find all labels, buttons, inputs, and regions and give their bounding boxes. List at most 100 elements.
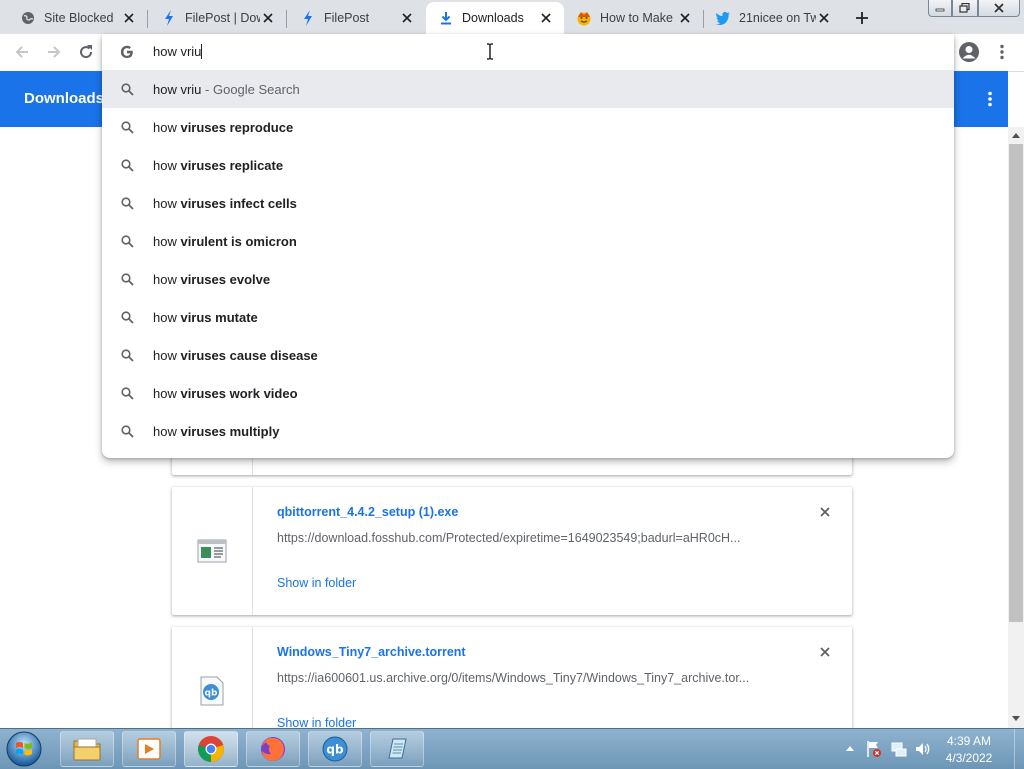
svg-text:qb: qb	[205, 689, 218, 699]
remove-download-button[interactable]	[817, 644, 833, 660]
suggestion-item[interactable]: how vriu - Google Search	[102, 70, 954, 108]
show-in-folder-link[interactable]: Show in folder	[277, 576, 356, 590]
text-caret	[201, 44, 203, 59]
suggestion-completion: viruses infect cells	[180, 196, 297, 211]
plus-icon	[856, 12, 868, 24]
search-icon	[119, 347, 135, 363]
suggestion-completion: viruses work video	[180, 386, 298, 401]
close-icon[interactable]	[816, 10, 832, 26]
forward-button[interactable]	[44, 42, 64, 62]
clock-time[interactable]: 4:39 AM	[933, 734, 1005, 748]
close-icon[interactable]	[538, 10, 554, 26]
suggestion-completion: viruses evolve	[180, 272, 271, 287]
installer-file-icon	[196, 535, 228, 567]
reload-button[interactable]	[76, 42, 96, 62]
address-bar[interactable]: how vriu	[102, 34, 954, 70]
network-icon[interactable]	[890, 740, 908, 758]
close-icon[interactable]	[677, 10, 693, 26]
tab-title: FilePost	[324, 11, 370, 25]
download-card: qbittorrent_4.4.2_setup (1).exe https://…	[172, 487, 852, 615]
show-desktop-button[interactable]	[1014, 729, 1024, 769]
suggestion-item[interactable]: how viruses infect cells	[102, 184, 954, 222]
search-icon	[119, 195, 135, 211]
chrome-icon	[198, 736, 224, 762]
suggestion-item[interactable]: how viruses cause disease	[102, 336, 954, 374]
tab-title: FilePost | Dow	[185, 11, 260, 25]
search-icon	[119, 233, 135, 249]
action-center-flag-icon[interactable]	[866, 740, 882, 758]
firefox-icon	[261, 737, 285, 761]
search-icon	[119, 119, 135, 135]
remove-download-button[interactable]	[817, 504, 833, 520]
suggestion-item[interactable]: how viruses replicate	[102, 146, 954, 184]
restore-button[interactable]	[952, 0, 978, 17]
download-url[interactable]: https://ia600601.us.archive.org/0/items/…	[277, 671, 777, 685]
suggestion-prefix: how	[153, 386, 181, 401]
close-icon[interactable]	[260, 10, 276, 26]
volume-icon[interactable]	[914, 741, 932, 757]
tab-title: 21nicee on Tw	[739, 11, 816, 25]
search-icon	[119, 385, 135, 401]
tab-twitter[interactable]: 21nicee on Tw	[703, 2, 842, 34]
address-input-text: how vriu	[153, 44, 202, 59]
taskbar-explorer[interactable]	[60, 731, 114, 767]
profile-avatar[interactable]	[958, 41, 980, 63]
suggestion-item[interactable]: how virulent is omicron	[102, 222, 954, 260]
omnibox-dropdown: how vriu how vriu - Google Search how vi…	[102, 34, 954, 458]
google-icon	[119, 44, 135, 60]
tab-how-to-make[interactable]: How to Make	[564, 2, 704, 34]
search-icon	[119, 271, 135, 287]
tab-site-blocked[interactable]: Site Blocked	[0, 2, 148, 34]
caret-down-icon	[1012, 716, 1020, 721]
download-filename[interactable]: qbittorrent_4.4.2_setup (1).exe	[277, 505, 458, 519]
taskbar-media-player[interactable]	[122, 731, 176, 767]
start-button[interactable]	[6, 731, 42, 767]
explorer-icon	[73, 738, 101, 761]
tray-overflow-icon[interactable]	[845, 744, 855, 752]
page-title: Downloads	[24, 90, 105, 107]
arrow-left-icon	[15, 46, 28, 58]
suggestion-item[interactable]: how viruses reproduce	[102, 108, 954, 146]
download-url[interactable]: https://download.fosshub.com/Protected/e…	[277, 531, 777, 545]
clock-date[interactable]: 4/3/2022	[933, 751, 1005, 765]
scroll-up-button[interactable]	[1008, 127, 1024, 143]
taskbar: qb 4:39 AM 4/3/2022	[0, 728, 1024, 769]
bolt-icon	[161, 10, 177, 26]
tab-filepost[interactable]: FilePost	[286, 2, 425, 34]
downloads-menu-button[interactable]	[980, 89, 1000, 109]
minimize-button[interactable]	[928, 0, 952, 17]
suggestion-prefix: how vriu	[153, 82, 202, 97]
restore-icon	[959, 3, 970, 13]
taskbar-chrome[interactable]	[184, 731, 238, 767]
search-icon	[119, 423, 135, 439]
back-button[interactable]	[12, 42, 32, 62]
download-filename[interactable]: Windows_Tiny7_archive.torrent	[277, 645, 466, 659]
caret-up-icon	[1012, 133, 1020, 138]
suggestion-suffix: - Google Search	[201, 82, 300, 97]
close-icon[interactable]	[121, 10, 137, 26]
suggestion-item[interactable]: how viruses multiply	[102, 412, 954, 450]
suggestion-item[interactable]: how viruses work video	[102, 374, 954, 412]
tab-filepost-dow[interactable]: FilePost | Dow	[147, 2, 287, 34]
close-icon	[820, 647, 830, 657]
search-icon	[119, 309, 135, 325]
suggestion-item[interactable]: how virus mutate	[102, 298, 954, 336]
qbittorrent-icon: qb	[322, 736, 348, 762]
suggestion-prefix: how	[153, 196, 181, 211]
taskbar-qbittorrent[interactable]: qb	[308, 731, 362, 767]
close-window-button[interactable]	[978, 0, 1020, 17]
tab-downloads[interactable]: Downloads	[426, 2, 564, 34]
close-icon[interactable]	[399, 10, 415, 26]
address-input[interactable]: how vriu	[153, 44, 203, 59]
suggestion-item[interactable]: how viruses evolve	[102, 260, 954, 298]
page-scrollbar[interactable]	[1008, 127, 1024, 728]
taskbar-notepad[interactable]	[370, 731, 424, 767]
search-icon	[119, 157, 135, 173]
new-tab-button[interactable]	[852, 8, 872, 28]
scroll-down-button[interactable]	[1008, 711, 1024, 727]
scroll-thumb[interactable]	[1009, 144, 1023, 622]
browser-menu-button[interactable]	[992, 42, 1012, 62]
tab-title: Site Blocked	[44, 11, 114, 25]
close-icon	[820, 507, 830, 517]
taskbar-firefox[interactable]	[246, 731, 300, 767]
